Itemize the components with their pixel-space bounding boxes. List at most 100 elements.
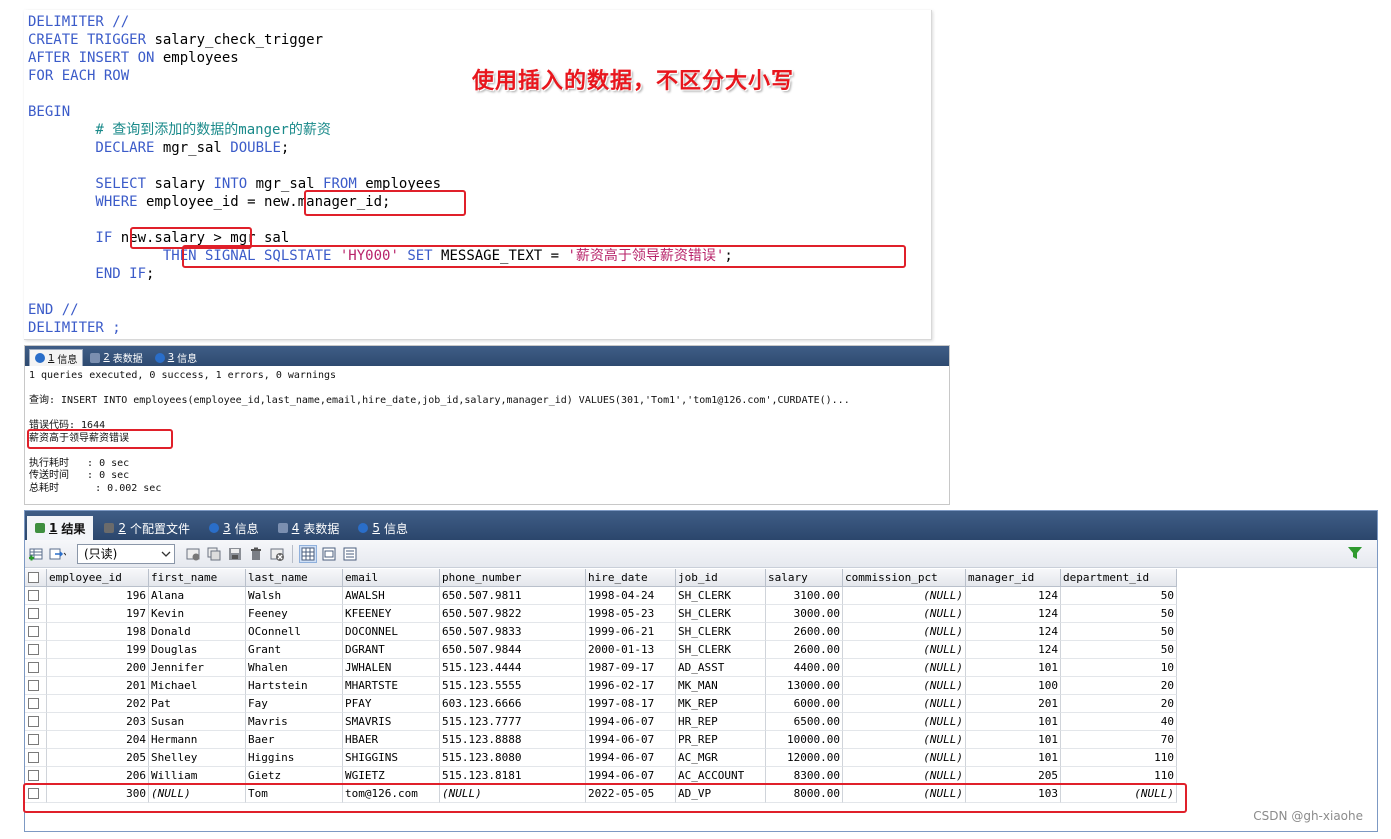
table-cell[interactable]: 124 xyxy=(966,587,1061,605)
table-cell[interactable]: 101 xyxy=(966,713,1061,731)
row-select-cell[interactable] xyxy=(25,677,47,695)
table-cell[interactable]: Michael xyxy=(149,677,246,695)
text-view-icon[interactable] xyxy=(341,545,359,563)
table-cell[interactable]: 20 xyxy=(1061,677,1177,695)
tab-5-info[interactable]: 5 信息 xyxy=(350,516,416,540)
delete-icon[interactable] xyxy=(247,545,265,563)
table-cell[interactable]: PFAY xyxy=(343,695,440,713)
table-cell[interactable]: 101 xyxy=(966,749,1061,767)
table-cell[interactable]: Walsh xyxy=(246,587,343,605)
table-cell[interactable]: 1994-06-07 xyxy=(586,713,676,731)
table-cell[interactable]: Pat xyxy=(149,695,246,713)
export-icon[interactable] xyxy=(48,545,66,563)
table-cell[interactable]: 124 xyxy=(966,605,1061,623)
table-cell[interactable]: Kevin xyxy=(149,605,246,623)
table-cell[interactable]: 124 xyxy=(966,641,1061,659)
table-cell[interactable]: 101 xyxy=(966,731,1061,749)
table-cell[interactable]: 12000.00 xyxy=(766,749,843,767)
table-cell[interactable]: (NULL) xyxy=(843,749,966,767)
grid-view-icon[interactable] xyxy=(299,544,317,563)
tab-3-info[interactable]: 3 信息 xyxy=(150,349,202,366)
column-header-commission-pct[interactable]: commission_pct xyxy=(843,569,966,587)
row-checkbox[interactable] xyxy=(28,662,39,673)
table-cell[interactable]: (NULL) xyxy=(843,659,966,677)
tab-1-result[interactable]: 1 结果 xyxy=(27,516,94,540)
table-cell[interactable]: 2600.00 xyxy=(766,641,843,659)
table-cell[interactable]: 13000.00 xyxy=(766,677,843,695)
table-cell[interactable]: 10 xyxy=(1061,659,1177,677)
table-cell[interactable]: 515.123.4444 xyxy=(440,659,586,677)
table-cell[interactable]: Fay xyxy=(246,695,343,713)
tab-1-info[interactable]: 1 信息 xyxy=(29,349,84,366)
row-checkbox[interactable] xyxy=(28,698,39,709)
table-cell[interactable]: 1987-09-17 xyxy=(586,659,676,677)
cancel-changes-icon[interactable] xyxy=(268,545,286,563)
row-checkbox[interactable] xyxy=(28,590,39,601)
table-cell[interactable]: SH_CLERK xyxy=(676,641,766,659)
table-cell[interactable]: 10000.00 xyxy=(766,731,843,749)
table-cell[interactable]: Donald xyxy=(149,623,246,641)
row-select-cell[interactable] xyxy=(25,569,47,587)
table-cell[interactable]: MHARTSTE xyxy=(343,677,440,695)
table-cell[interactable]: 50 xyxy=(1061,641,1177,659)
table-row[interactable]: 198 Donald OConnell DOCONNEL 650.507.9833 199… xyxy=(25,623,1177,641)
table-cell[interactable]: 6500.00 xyxy=(766,713,843,731)
table-cell[interactable]: AWALSH xyxy=(343,587,440,605)
table-cell[interactable]: Jennifer xyxy=(149,659,246,677)
row-select-cell[interactable] xyxy=(25,623,47,641)
table-cell[interactable]: 1994-06-07 xyxy=(586,749,676,767)
row-checkbox[interactable] xyxy=(28,644,39,655)
table-row[interactable]: 200 Jennifer Whalen JWHALEN 515.123.4444 1987… xyxy=(25,659,1177,677)
table-cell[interactable]: Feeney xyxy=(246,605,343,623)
row-checkbox[interactable] xyxy=(28,608,39,619)
table-cell[interactable]: (NULL) xyxy=(843,713,966,731)
column-header-job-id[interactable]: job_id xyxy=(676,569,766,587)
row-checkbox[interactable] xyxy=(28,572,39,583)
table-cell[interactable]: 124 xyxy=(966,623,1061,641)
save-icon[interactable] xyxy=(226,545,244,563)
table-cell[interactable]: 50 xyxy=(1061,605,1177,623)
table-row[interactable]: 204 Hermann Baer HBAER 515.123.8888 1994-06-0… xyxy=(25,731,1177,749)
table-cell[interactable]: SH_CLERK xyxy=(676,587,766,605)
table-cell[interactable]: 197 xyxy=(47,605,149,623)
tab-3-info[interactable]: 3 信息 xyxy=(201,516,267,540)
column-header-salary[interactable]: salary xyxy=(766,569,843,587)
table-cell[interactable]: 198 xyxy=(47,623,149,641)
table-cell[interactable]: 515.123.8080 xyxy=(440,749,586,767)
table-cell[interactable]: MK_REP xyxy=(676,695,766,713)
table-cell[interactable]: 201 xyxy=(47,677,149,695)
table-cell[interactable]: SH_CLERK xyxy=(676,623,766,641)
column-header-phone-number[interactable]: phone_number xyxy=(440,569,586,587)
table-cell[interactable]: 515.123.7777 xyxy=(440,713,586,731)
table-cell[interactable]: Grant xyxy=(246,641,343,659)
table-cell[interactable]: 6000.00 xyxy=(766,695,843,713)
table-cell[interactable]: (NULL) xyxy=(843,605,966,623)
table-cell[interactable]: 70 xyxy=(1061,731,1177,749)
column-header-employee-id[interactable]: employee_id xyxy=(47,569,149,587)
duplicate-row-icon[interactable] xyxy=(205,545,223,563)
table-cell[interactable]: 2600.00 xyxy=(766,623,843,641)
table-row[interactable]: 201 Michael Hartstein MHARTSTE 515.123.5555 1… xyxy=(25,677,1177,695)
table-cell[interactable]: Mavris xyxy=(246,713,343,731)
table-cell[interactable]: 1997-08-17 xyxy=(586,695,676,713)
table-cell[interactable]: DOCONNEL xyxy=(343,623,440,641)
table-cell[interactable]: OConnell xyxy=(246,623,343,641)
row-checkbox[interactable] xyxy=(28,626,39,637)
table-row[interactable]: 203 Susan Mavris SMAVRIS 515.123.7777 1994-06… xyxy=(25,713,1177,731)
row-select-cell[interactable] xyxy=(25,587,47,605)
table-cell[interactable]: (NULL) xyxy=(843,677,966,695)
table-cell[interactable]: 203 xyxy=(47,713,149,731)
table-cell[interactable]: Alana xyxy=(149,587,246,605)
table-cell[interactable]: 201 xyxy=(966,695,1061,713)
row-checkbox[interactable] xyxy=(28,752,39,763)
form-view-icon[interactable] xyxy=(320,545,338,563)
table-cell[interactable]: 2000-01-13 xyxy=(586,641,676,659)
table-row[interactable]: 196 Alana Walsh AWALSH 650.507.9811 1998-04-2… xyxy=(25,587,1177,605)
insert-row-icon[interactable] xyxy=(184,545,202,563)
tab-2-profile[interactable]: 2 个配置文件 xyxy=(96,516,198,540)
table-cell[interactable]: 4400.00 xyxy=(766,659,843,677)
row-select-cell[interactable] xyxy=(25,695,47,713)
table-cell[interactable]: Hartstein xyxy=(246,677,343,695)
table-cell[interactable]: MK_MAN xyxy=(676,677,766,695)
table-cell[interactable]: (NULL) xyxy=(843,695,966,713)
